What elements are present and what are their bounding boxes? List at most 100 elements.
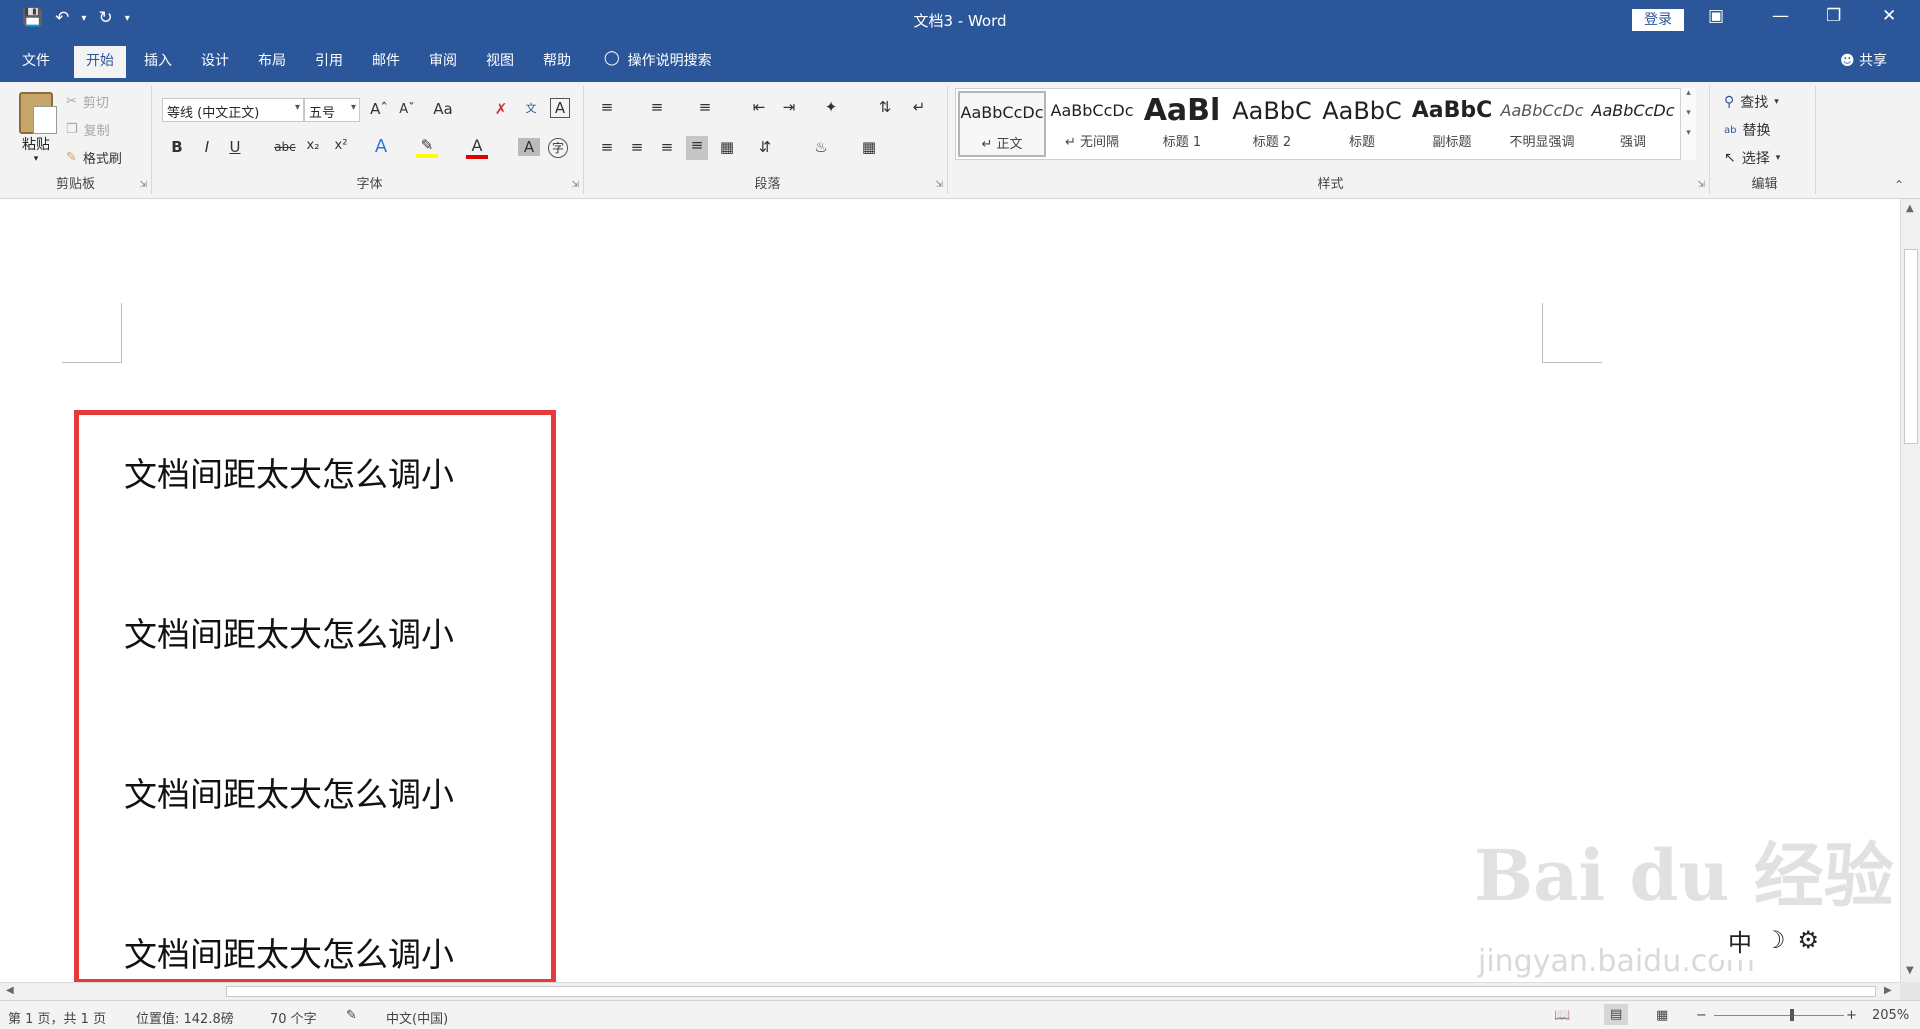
styles-gallery-scroll[interactable]: ▴ ▾ ▾	[1680, 88, 1696, 160]
style-emphasis[interactable]: AaBbCcDc 强调	[1588, 91, 1678, 157]
position-value[interactable]: 位置值: 142.8磅	[136, 1008, 234, 1027]
proofing-icon[interactable]: ✎	[346, 1008, 357, 1023]
decrease-indent-icon[interactable]: ⇤	[748, 98, 770, 116]
page-count[interactable]: 第 1 页，共 1 页	[8, 1008, 106, 1027]
tab-file[interactable]: 文件	[22, 50, 50, 70]
style-heading-1[interactable]: AaBl 标题 1	[1138, 91, 1226, 157]
tab-design[interactable]: 设计	[201, 50, 229, 70]
horizontal-scrollbar[interactable]: ◀ ▶	[0, 982, 1900, 1000]
zoom-in-icon[interactable]: +	[1846, 1008, 1857, 1023]
chinese-layout-icon[interactable]: ✦	[820, 98, 842, 116]
style-normal[interactable]: AaBbCcDc ↵ 正文	[958, 91, 1046, 157]
tab-insert[interactable]: 插入	[144, 50, 172, 70]
scroll-down-icon[interactable]: ▼	[1906, 965, 1914, 976]
sort-icon[interactable]: ⇅	[874, 98, 896, 116]
character-shading-icon[interactable]: A	[518, 138, 540, 156]
vertical-scroll-thumb[interactable]	[1904, 249, 1918, 444]
distributed-icon[interactable]: ▦	[716, 138, 738, 156]
vertical-scrollbar[interactable]: ▲ ▼	[1900, 199, 1920, 982]
enclose-characters-icon[interactable]: 字	[548, 138, 568, 158]
paste-button[interactable]: 粘贴 ▾	[14, 92, 58, 164]
dialog-launcher-icon[interactable]: ⇲	[935, 180, 943, 190]
replace-button[interactable]: ab 替换	[1724, 120, 1770, 140]
web-layout-icon[interactable]: ▦	[1656, 1008, 1668, 1023]
style-heading-2[interactable]: AaBbC 标题 2	[1228, 91, 1316, 157]
document-paragraph[interactable]: 文档间距太大怎么调小	[124, 928, 454, 976]
more-styles-icon[interactable]: ▾	[1681, 128, 1696, 138]
align-right-icon[interactable]: ≡	[656, 138, 678, 156]
borders-icon[interactable]: ▦	[858, 138, 880, 156]
tab-layout[interactable]: 布局	[258, 50, 286, 70]
dialog-launcher-icon[interactable]: ⇲	[139, 180, 147, 190]
underline-icon[interactable]: U	[224, 138, 246, 156]
shading-icon[interactable]: ♨	[810, 138, 832, 156]
line-spacing-icon[interactable]: ⇵	[754, 138, 776, 156]
style-subtle-emphasis[interactable]: AaBbCcDc 不明显强调	[1498, 91, 1586, 157]
superscript-icon[interactable]: x²	[330, 138, 352, 153]
change-case-icon[interactable]: Aa	[432, 100, 454, 118]
tab-mailings[interactable]: 邮件	[372, 50, 400, 70]
moon-icon[interactable]: ☽	[1764, 926, 1786, 954]
phonetic-guide-icon[interactable]: 文	[520, 100, 542, 116]
increase-indent-icon[interactable]: ⇥	[778, 98, 800, 116]
font-color-icon[interactable]: A	[466, 136, 488, 159]
strikethrough-icon[interactable]: abc	[274, 140, 296, 154]
minimize-icon[interactable]: —	[1772, 6, 1789, 26]
cut-button[interactable]: ✂ 剪切	[66, 92, 109, 111]
scroll-up-icon[interactable]: ▲	[1906, 203, 1914, 214]
shrink-font-icon[interactable]: Aˇ	[396, 102, 418, 117]
bullets-icon[interactable]: ≡	[596, 98, 618, 116]
restore-icon[interactable]: ❐	[1826, 6, 1841, 26]
zoom-level[interactable]: 205%	[1872, 1008, 1909, 1023]
zoom-slider-thumb[interactable]	[1790, 1009, 1794, 1021]
share-button[interactable]: ☻ 共享	[1840, 50, 1887, 70]
zoom-slider[interactable]	[1714, 1009, 1844, 1021]
justify-icon[interactable]: ≡	[686, 136, 708, 160]
subscript-icon[interactable]: x₂	[302, 138, 324, 153]
align-left-icon[interactable]: ≡	[596, 138, 618, 156]
font-name-combo[interactable]: 等线 (中文正文) ▾	[162, 98, 304, 122]
align-center-icon[interactable]: ≡	[626, 138, 648, 156]
dialog-launcher-icon[interactable]: ⇲	[1697, 180, 1705, 190]
italic-icon[interactable]: I	[196, 138, 218, 156]
tab-review[interactable]: 审阅	[429, 50, 457, 70]
text-effects-icon[interactable]: A	[370, 136, 392, 157]
tab-home[interactable]: 开始	[74, 46, 126, 78]
style-subtitle[interactable]: AaBbC 副标题	[1408, 91, 1496, 157]
gear-icon[interactable]: ⚙	[1798, 926, 1820, 954]
tell-me-search[interactable]: ◯ 操作说明搜索	[604, 50, 712, 70]
multilevel-list-icon[interactable]: ≡	[694, 98, 716, 116]
word-count[interactable]: 70 个字	[270, 1008, 317, 1027]
grow-font-icon[interactable]: Aˆ	[368, 100, 390, 118]
show-formatting-icon[interactable]: ↵	[908, 98, 930, 116]
print-layout-icon[interactable]: ▤	[1604, 1004, 1629, 1025]
select-button[interactable]: ↖ 选择 ▾	[1724, 148, 1780, 168]
language-indicator[interactable]: 中文(中国)	[386, 1008, 448, 1027]
character-border-icon[interactable]: A	[550, 98, 570, 118]
tab-help[interactable]: 帮助	[543, 50, 571, 70]
find-button[interactable]: ⚲ 查找 ▾	[1724, 92, 1779, 112]
document-paragraph[interactable]: 文档间距太大怎么调小	[124, 608, 454, 656]
ime-mode[interactable]: 中	[1728, 923, 1752, 958]
scroll-left-icon[interactable]: ◀	[6, 985, 14, 996]
bold-icon[interactable]: B	[166, 138, 188, 156]
format-painter-button[interactable]: ✎ 格式刷	[66, 148, 122, 167]
chevron-down-icon[interactable]: ▾	[1681, 108, 1696, 118]
highlight-icon[interactable]: ✎	[416, 136, 438, 158]
font-size-combo[interactable]: 五号 ▾	[304, 98, 360, 122]
chevron-up-icon[interactable]: ▴	[1681, 88, 1696, 98]
zoom-out-icon[interactable]: −	[1696, 1008, 1707, 1023]
document-paragraph[interactable]: 文档间距太大怎么调小	[124, 768, 454, 816]
scroll-right-icon[interactable]: ▶	[1884, 985, 1892, 996]
dialog-launcher-icon[interactable]: ⇲	[571, 180, 579, 190]
login-button[interactable]: 登录	[1632, 9, 1684, 31]
tab-references[interactable]: 引用	[315, 50, 343, 70]
tab-view[interactable]: 视图	[486, 50, 514, 70]
style-title[interactable]: AaBbC 标题	[1318, 91, 1406, 157]
copy-button[interactable]: ❐ 复制	[66, 120, 110, 139]
close-icon[interactable]: ✕	[1882, 6, 1896, 26]
document-paragraph[interactable]: 文档间距太大怎么调小	[124, 448, 454, 496]
collapse-ribbon-icon[interactable]: ⌃	[1894, 178, 1904, 192]
style-no-spacing[interactable]: AaBbCcDc ↵ 无间隔	[1048, 91, 1136, 157]
ribbon-display-options-icon[interactable]: ▣	[1708, 6, 1724, 26]
